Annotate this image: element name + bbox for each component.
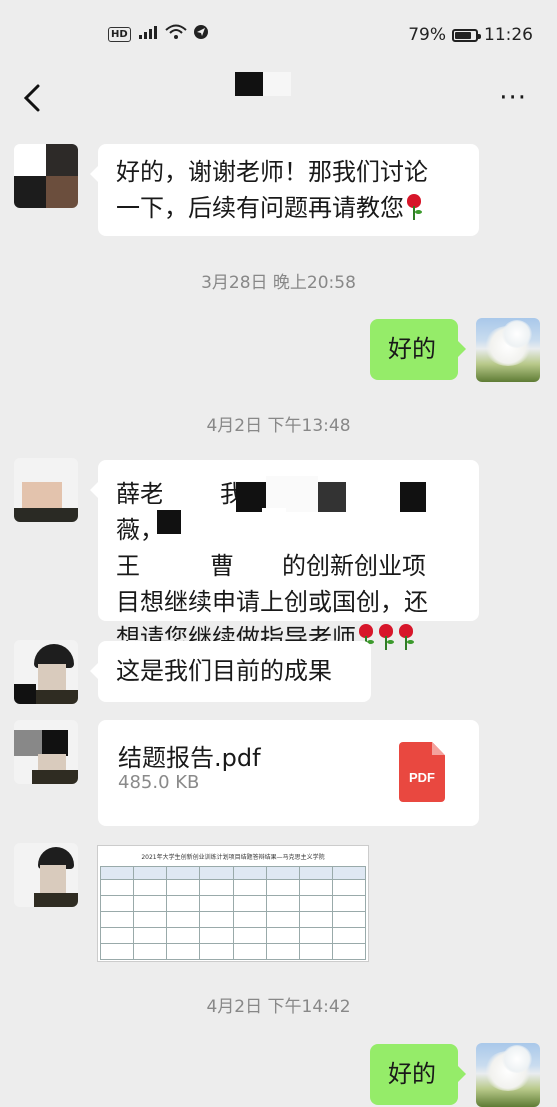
chat-title-redacted (235, 72, 291, 96)
redaction (400, 482, 426, 512)
self-avatar[interactable] (476, 1043, 540, 1107)
message-text: 这是我们目前的成果 (116, 657, 332, 685)
redaction (162, 476, 214, 510)
self-avatar[interactable] (476, 318, 540, 382)
message-text-line3: 目想继续申请上创或国创，还 (116, 588, 428, 616)
wifi-icon (165, 24, 187, 44)
message-bubble[interactable]: 好的，谢谢老师！那我们讨论 一下，后续有问题再请教您 (90, 144, 479, 236)
message-text-line2: 一下，后续有问题再请教您 (116, 190, 461, 226)
avatar[interactable] (14, 720, 78, 784)
rose-emoji-icon (376, 624, 396, 650)
battery-percent: 79% (408, 25, 446, 45)
redaction (157, 510, 181, 534)
image-message[interactable]: 2021年大学生创新创业训练计划项目结题答辩结果—马克思主义学院 (97, 845, 369, 962)
message-bubble[interactable]: 这是我们目前的成果 (90, 641, 371, 702)
hd-badge: HD (108, 26, 131, 42)
timestamp: 3月28日 晚上20:58 (201, 273, 356, 293)
file-message[interactable]: 结题报告.pdf 485.0 KB PDF (98, 720, 479, 826)
more-button[interactable]: ··· (499, 85, 527, 111)
image-table (99, 866, 367, 960)
timestamp: 4月2日 下午13:48 (206, 416, 351, 436)
status-right: 79% 11:26 (408, 25, 533, 45)
back-button[interactable] (18, 80, 48, 116)
file-name: 结题报告.pdf (118, 744, 261, 772)
status-bar: HD 79% 11:26 (0, 0, 557, 66)
avatar[interactable] (14, 144, 78, 208)
redaction (266, 476, 318, 512)
redaction (318, 482, 346, 512)
pdf-icon: PDF (399, 742, 445, 802)
signal-icon (137, 25, 159, 43)
message-text: 好的 (388, 1060, 436, 1088)
rose-emoji-icon (396, 624, 416, 650)
avatar[interactable] (14, 640, 78, 704)
location-icon (193, 24, 209, 44)
message-text: 好的 (388, 335, 436, 363)
avatar[interactable] (14, 458, 78, 522)
image-title: 2021年大学生创新创业训练计划项目结题答辩结果—马克思主义学院 (141, 854, 325, 861)
timestamp: 4月2日 下午14:42 (206, 997, 351, 1017)
chevron-left-icon (23, 84, 40, 112)
status-left: HD (108, 24, 209, 44)
rose-emoji-icon (404, 194, 424, 220)
message-bubble-sent[interactable]: 好的 (370, 319, 466, 380)
clock: 11:26 (484, 25, 533, 45)
battery-icon (452, 28, 481, 42)
file-size: 485.0 KB (118, 772, 200, 793)
avatar[interactable] (14, 843, 78, 907)
message-text-line2: 王曹的创新创业项 (116, 552, 426, 580)
redaction (262, 508, 286, 538)
message-text: 好的，谢谢老师！那我们讨论 (116, 158, 428, 186)
